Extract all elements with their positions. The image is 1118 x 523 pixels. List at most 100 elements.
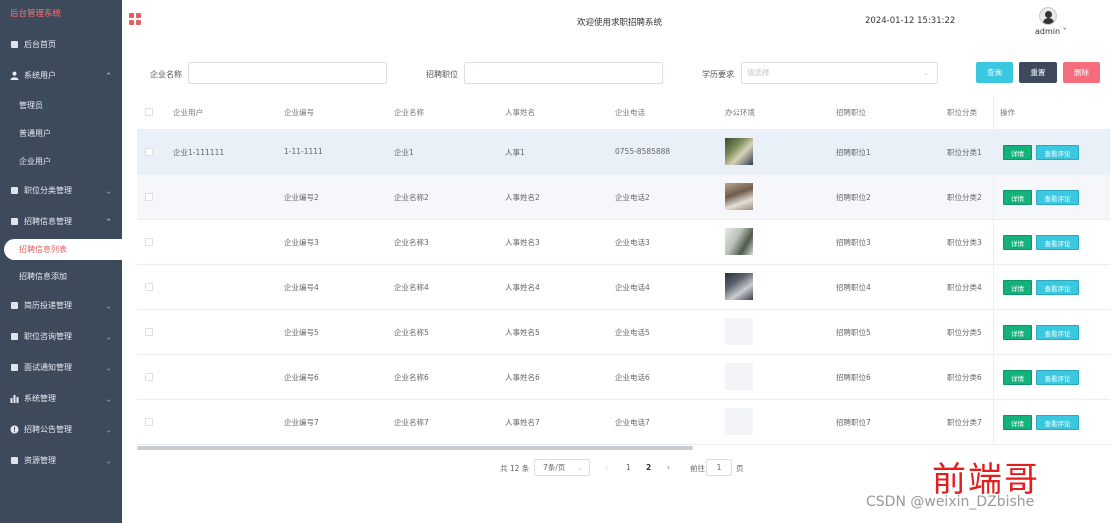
view-reviews-button[interactable]: 查看评论 (1036, 280, 1079, 295)
sidebar-sub-admin[interactable]: 管理员 (0, 91, 122, 119)
delete-button[interactable]: 删除 (1063, 62, 1100, 83)
view-reviews-button[interactable]: 查看评论 (1036, 325, 1079, 340)
query-button[interactable]: 查询 (976, 62, 1013, 83)
detail-button[interactable]: 详情 (1003, 235, 1032, 250)
avatar[interactable] (1039, 7, 1057, 25)
col-header: 人事姓名 (505, 108, 535, 117)
detail-button[interactable]: 详情 (1003, 325, 1032, 340)
sidebar-item-recruit-info[interactable]: 招聘信息管理 ⌃ (0, 206, 122, 237)
sidebar-item-label: 简历投递管理 (24, 301, 72, 310)
page-number[interactable]: 1 (626, 463, 631, 472)
row-checkbox[interactable] (145, 193, 153, 201)
cell-company-code: 1-11-1111 (284, 147, 323, 156)
sidebar-item-system-users[interactable]: 系统用户 ⌃ (0, 60, 122, 91)
view-reviews-button[interactable]: 查看评论 (1036, 235, 1079, 250)
office-image[interactable] (725, 273, 753, 300)
sidebar-item-home[interactable]: 后台首页 (0, 29, 122, 60)
menu-toggle-icon[interactable] (129, 13, 141, 25)
row-checkbox[interactable] (145, 373, 153, 381)
view-reviews-button[interactable]: 查看评论 (1036, 415, 1079, 430)
cell-hr-name: 人事姓名3 (505, 238, 540, 247)
doc-icon (10, 217, 19, 226)
cell-company-code: 企业编号5 (284, 328, 319, 337)
sidebar-item-notice[interactable]: 招聘公告管理 ⌄ (0, 414, 122, 445)
cell-category: 职位分类4 (947, 283, 982, 292)
cell-company-code: 企业编号7 (284, 418, 319, 427)
cell-company-code: 企业编号2 (284, 193, 319, 202)
row-checkbox[interactable] (145, 418, 153, 426)
education-select[interactable]: 请选择 ⌄ (741, 62, 938, 84)
office-image[interactable] (725, 228, 753, 255)
col-header: 企业编号 (284, 108, 314, 117)
page-number[interactable]: 2 (646, 463, 651, 472)
cell-category: 职位分类6 (947, 373, 982, 382)
row-checkbox[interactable] (145, 328, 153, 336)
cell-phone: 企业电话2 (615, 193, 650, 202)
chevron-down-icon: ⌄ (105, 394, 112, 403)
position-input[interactable] (464, 62, 663, 84)
view-reviews-button[interactable]: 查看评论 (1036, 370, 1079, 385)
table-row[interactable]: 企业编号7 企业名称7 人事姓名7 企业电话7 招聘职位7 职位分类7 详情 查… (137, 400, 1110, 445)
row-actions: 详情 查看评论 (993, 175, 1110, 219)
position-label: 招聘职位 (426, 70, 458, 79)
sidebar-sub-recruit-list[interactable]: 招聘信息列表 (4, 239, 122, 260)
table-row[interactable]: 企业1-111111 1-11-1111 企业1 人事1 0755-858588… (137, 130, 1110, 175)
grid-icon (10, 186, 19, 195)
cell-hr-name: 人事姓名5 (505, 328, 540, 337)
chevron-down-icon: ⌄ (105, 301, 112, 310)
table-row[interactable]: 企业编号2 企业名称2 人事姓名2 企业电话2 招聘职位2 职位分类2 详情 查… (137, 175, 1110, 220)
table-row[interactable]: 企业编号3 企业名称3 人事姓名3 企业电话3 招聘职位3 职位分类3 详情 查… (137, 220, 1110, 265)
company-name-input[interactable] (188, 62, 387, 84)
row-actions: 详情 查看评论 (993, 355, 1110, 399)
cell-company-name: 企业1 (394, 148, 414, 157)
row-checkbox[interactable] (145, 148, 153, 156)
table-row[interactable]: 企业编号4 企业名称4 人事姓名4 企业电话4 招聘职位4 职位分类4 详情 查… (137, 265, 1110, 310)
page-size-select[interactable]: 7条/页 ⌄ (534, 459, 590, 476)
goto-page-input[interactable]: 1 (706, 459, 732, 476)
sidebar-item-position-category[interactable]: 职位分类管理 ⌄ (0, 175, 122, 206)
col-header: 企业用户 (173, 108, 203, 117)
ops-header: 操作 (993, 94, 1110, 129)
row-checkbox[interactable] (145, 238, 153, 246)
prev-page-button[interactable]: ‹ (605, 463, 608, 472)
horizontal-scrollbar[interactable] (137, 446, 693, 450)
cell-hr-name: 人事1 (505, 148, 525, 157)
cell-position: 招聘职位7 (836, 418, 871, 427)
detail-button[interactable]: 详情 (1003, 280, 1032, 295)
sidebar-item-resume[interactable]: 简历投递管理 ⌄ (0, 290, 122, 321)
detail-button[interactable]: 详情 (1003, 190, 1032, 205)
office-image[interactable] (725, 138, 753, 165)
view-reviews-button[interactable]: 查看评论 (1036, 145, 1079, 160)
sidebar-item-consult[interactable]: 职位咨询管理 ⌄ (0, 321, 122, 352)
select-all-checkbox[interactable] (145, 108, 153, 116)
col-header: 招聘职位 (836, 108, 866, 117)
next-page-button[interactable]: › (667, 463, 670, 472)
cell-company-user: 企业1-111111 (173, 148, 225, 157)
chevron-down-icon: ⌄ (105, 425, 112, 434)
office-image-placeholder (725, 318, 753, 345)
row-checkbox[interactable] (145, 283, 153, 291)
cell-company-name: 企业名称3 (394, 238, 429, 247)
detail-button[interactable]: 详情 (1003, 370, 1032, 385)
office-image-placeholder (725, 408, 753, 435)
detail-button[interactable]: 详情 (1003, 415, 1032, 430)
sidebar-sub-recruit-add[interactable]: 招聘信息添加 (0, 262, 122, 290)
cell-category: 职位分类2 (947, 193, 982, 202)
sidebar-sub-company-user[interactable]: 企业用户 (0, 147, 122, 175)
view-reviews-button[interactable]: 查看评论 (1036, 190, 1079, 205)
table-row[interactable]: 企业编号5 企业名称5 人事姓名5 企业电话5 招聘职位5 职位分类5 详情 查… (137, 310, 1110, 355)
office-image[interactable] (725, 183, 753, 210)
reset-button[interactable]: 重置 (1019, 62, 1057, 83)
row-actions: 详情 查看评论 (993, 400, 1110, 444)
sidebar-sub-normal-user[interactable]: 普通用户 (0, 119, 122, 147)
sidebar-item-system[interactable]: 系统管理 ⌄ (0, 383, 122, 414)
cell-phone: 企业电话4 (615, 283, 650, 292)
header-time: 2024-01-12 15:31:22 (865, 16, 956, 26)
cell-position: 招聘职位1 (836, 148, 871, 157)
user-menu[interactable]: admin ˅ (1035, 27, 1067, 36)
total-count: 共 12 条 (500, 464, 530, 473)
sidebar-item-interview[interactable]: 面试通知管理 ⌄ (0, 352, 122, 383)
grid-icon (10, 363, 19, 372)
detail-button[interactable]: 详情 (1003, 145, 1032, 160)
table-row[interactable]: 企业编号6 企业名称6 人事姓名6 企业电话6 招聘职位6 职位分类6 详情 查… (137, 355, 1110, 400)
